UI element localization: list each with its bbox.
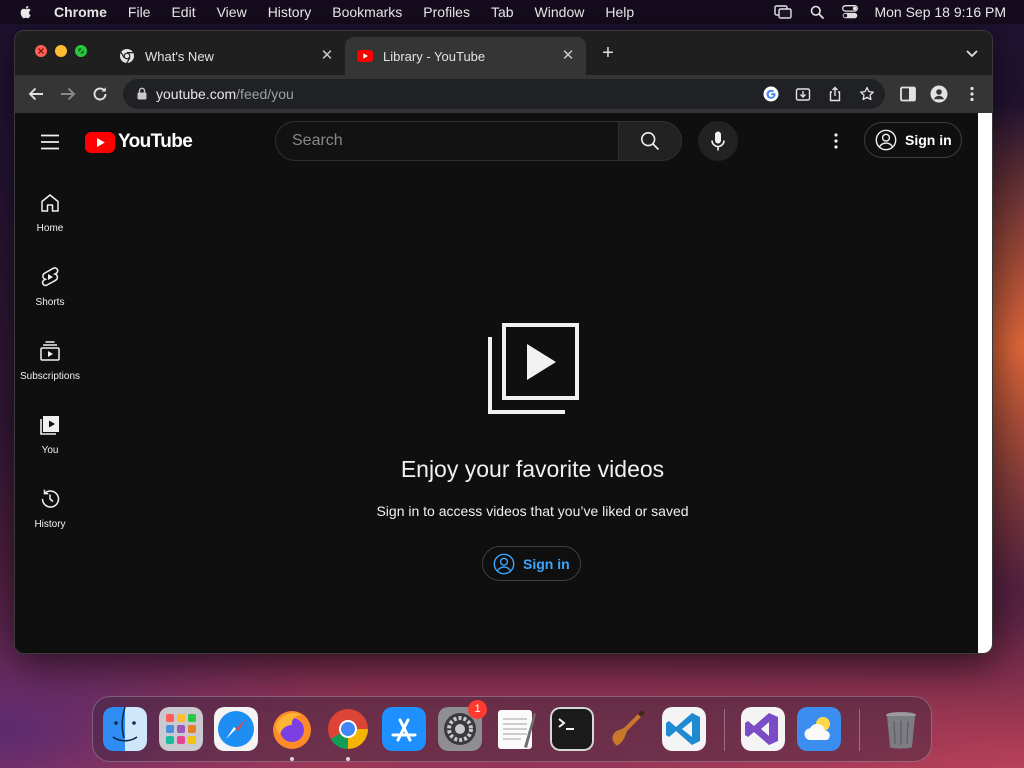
textedit-icon[interactable]	[494, 707, 538, 751]
guide-item-subscriptions[interactable]: Subscriptions	[15, 339, 85, 405]
search-box	[275, 121, 618, 161]
side-panel-icon[interactable]	[899, 85, 917, 103]
url-path: /feed/you	[236, 86, 294, 102]
guide-item-home[interactable]: Home	[15, 191, 85, 257]
empty-state-subtitle: Sign in to access videos that you’ve lik…	[376, 503, 689, 519]
guide-label: Subscriptions	[19, 371, 81, 382]
zoom-window-button[interactable]	[75, 45, 87, 57]
guide-item-history[interactable]: History	[15, 487, 85, 553]
close-tab-icon[interactable]: ✕	[319, 48, 335, 64]
spotlight-search-icon[interactable]	[810, 5, 825, 19]
app-store-icon[interactable]	[382, 707, 426, 751]
chrome-icon	[119, 48, 135, 64]
search-button[interactable]	[618, 121, 682, 161]
subscriptions-icon	[40, 341, 60, 361]
install-app-icon[interactable]	[795, 86, 811, 102]
minimize-window-button[interactable]	[55, 45, 67, 57]
empty-state-title: Enjoy your favorite videos	[400, 456, 665, 482]
youtube-wordmark: YouTube	[118, 131, 193, 152]
profile-avatar-icon[interactable]	[930, 85, 948, 103]
tab-title: Library - YouTube	[383, 48, 486, 64]
vscode-icon[interactable]	[662, 707, 706, 751]
guide-label: You	[41, 445, 59, 456]
menu-help[interactable]: Help	[605, 4, 634, 20]
microphone-icon	[711, 131, 725, 151]
guide-label: History	[34, 519, 66, 530]
visual-studio-icon[interactable]	[741, 707, 785, 751]
menu-file[interactable]: File	[128, 4, 151, 20]
chrome-menu-icon[interactable]	[963, 85, 981, 103]
hamburger-menu-icon[interactable]	[40, 132, 60, 152]
sign-in-label: Sign in	[523, 555, 570, 572]
guide-label: Shorts	[35, 297, 65, 308]
safari-icon[interactable]	[214, 707, 258, 751]
browser-toolbar: youtube.com/feed/you	[15, 75, 992, 113]
system-settings-badge: 1	[468, 700, 487, 719]
firefox-icon[interactable]	[270, 707, 314, 751]
menu-history[interactable]: History	[268, 4, 312, 20]
google-lens-icon[interactable]	[763, 86, 779, 102]
tab-title: What's New	[145, 48, 214, 64]
new-tab-button[interactable]: +	[599, 43, 617, 63]
sign-in-label: Sign in	[905, 132, 952, 148]
search-input[interactable]	[292, 132, 602, 150]
menu-profiles[interactable]: Profiles	[423, 4, 470, 20]
share-icon[interactable]	[827, 86, 843, 102]
control-center-icon[interactable]	[842, 5, 859, 19]
finder-icon[interactable]	[103, 707, 147, 751]
dock	[92, 696, 932, 762]
chrome-app-icon[interactable]	[326, 707, 370, 751]
youtube-logo[interactable]: YouTube	[85, 131, 193, 153]
voice-search-button[interactable]	[698, 121, 738, 161]
tab-search-chevron-icon[interactable]	[964, 45, 980, 61]
tab-library-youtube[interactable]: Library - YouTube ✕	[345, 37, 586, 75]
menu-bookmarks[interactable]: Bookmarks	[332, 4, 402, 20]
guide-label: Home	[36, 223, 64, 234]
reload-icon[interactable]	[91, 85, 109, 103]
shorts-icon	[41, 267, 59, 287]
menu-window[interactable]: Window	[535, 4, 585, 20]
menu-edit[interactable]: Edit	[171, 4, 195, 20]
url-text: youtube.com/feed/you	[156, 86, 294, 102]
youtube-icon	[357, 48, 373, 64]
chrome-window: What's New ✕ Library - YouTube ✕ + youtu…	[14, 30, 993, 654]
menu-clock[interactable]: Mon Sep 18 9:16 PM	[874, 4, 1006, 20]
video-library-icon	[488, 323, 579, 414]
menu-app-chrome[interactable]: Chrome	[54, 4, 107, 20]
guide-item-shorts[interactable]: Shorts	[15, 265, 85, 331]
apple-icon[interactable]	[18, 4, 34, 20]
home-icon	[41, 194, 59, 212]
url-host: youtube.com	[156, 86, 237, 102]
close-window-button[interactable]	[35, 45, 47, 57]
lock-icon[interactable]	[137, 87, 147, 100]
garageband-icon[interactable]	[606, 707, 650, 751]
account-circle-icon	[875, 129, 897, 151]
empty-state-sign-in-button[interactable]: Sign in	[482, 546, 581, 581]
back-arrow-icon[interactable]	[27, 85, 45, 103]
trash-icon[interactable]	[879, 707, 923, 751]
more-options-icon[interactable]	[826, 131, 846, 151]
menu-bar: Chrome File Edit View History Bookmarks …	[0, 0, 1024, 24]
page-scrollbar[interactable]	[978, 113, 992, 653]
youtube-logo-icon	[85, 131, 115, 153]
launchpad-icon[interactable]	[159, 707, 203, 751]
sign-in-button[interactable]: Sign in	[864, 122, 962, 158]
terminal-icon[interactable]	[550, 707, 594, 751]
address-bar[interactable]: youtube.com/feed/you	[123, 79, 885, 109]
bookmark-star-icon[interactable]	[859, 86, 875, 102]
tab-strip: What's New ✕ Library - YouTube ✕ +	[15, 31, 992, 75]
menu-tab[interactable]: Tab	[491, 4, 514, 20]
youtube-page: YouTube Sign in Home Shorts Subscription…	[15, 113, 978, 653]
tab-whats-new[interactable]: What's New ✕	[107, 37, 345, 75]
screen-mirroring-icon[interactable]	[774, 5, 793, 19]
you-icon	[40, 416, 59, 435]
weather-icon[interactable]	[797, 707, 841, 751]
account-circle-icon	[493, 553, 515, 574]
search-icon	[640, 131, 660, 151]
menu-view[interactable]: View	[217, 4, 247, 20]
close-tab-icon[interactable]: ✕	[560, 48, 576, 64]
forward-arrow-icon[interactable]	[59, 85, 77, 103]
